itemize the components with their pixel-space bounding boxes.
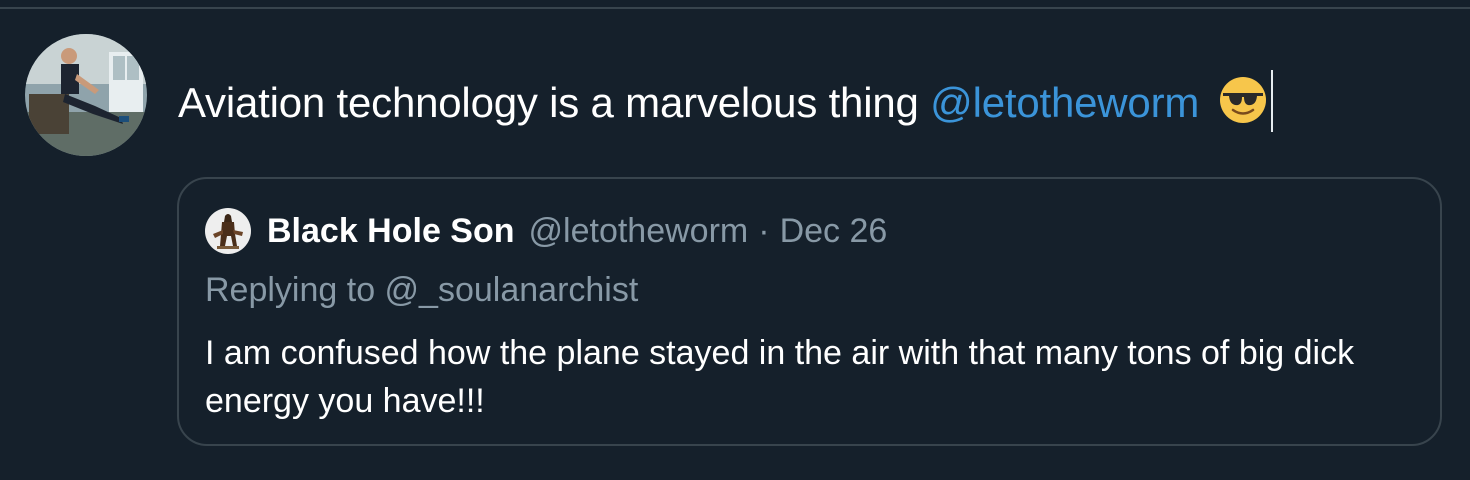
user-avatar-image — [25, 34, 147, 156]
replying-to-label: Replying to @_soulanarchist — [205, 271, 639, 309]
quoted-tweet-body: I am confused how the plane stayed in th… — [205, 334, 1355, 420]
composer-text: Aviation technology is a marvelous thing — [178, 79, 919, 126]
quoted-tweet-date[interactable]: Dec 26 — [780, 212, 888, 251]
header-separator: · — [758, 211, 770, 250]
composer-mention[interactable]: @letotheworm — [930, 79, 1199, 126]
tweet-composer-input[interactable]: Aviation technology is a marvelous thing… — [178, 70, 1274, 132]
user-avatar[interactable] — [25, 34, 147, 156]
quoted-author-name[interactable]: Black Hole Son — [267, 212, 515, 251]
quoted-tweet-card[interactable]: Black Hole Son @letotheworm · Dec 26 Rep… — [177, 177, 1442, 446]
quoted-author-avatar[interactable] — [205, 208, 251, 254]
quoted-tweet-header: Black Hole Son @letotheworm · Dec 26 — [205, 203, 887, 259]
text-caret — [1271, 70, 1274, 132]
compose-tweet-page: Aviation technology is a marvelous thing… — [0, 0, 1470, 480]
quoted-author-handle[interactable]: @letotheworm — [529, 212, 749, 251]
top-divider — [0, 7, 1470, 9]
smiling-face-with-sunglasses-icon — [1219, 76, 1267, 124]
